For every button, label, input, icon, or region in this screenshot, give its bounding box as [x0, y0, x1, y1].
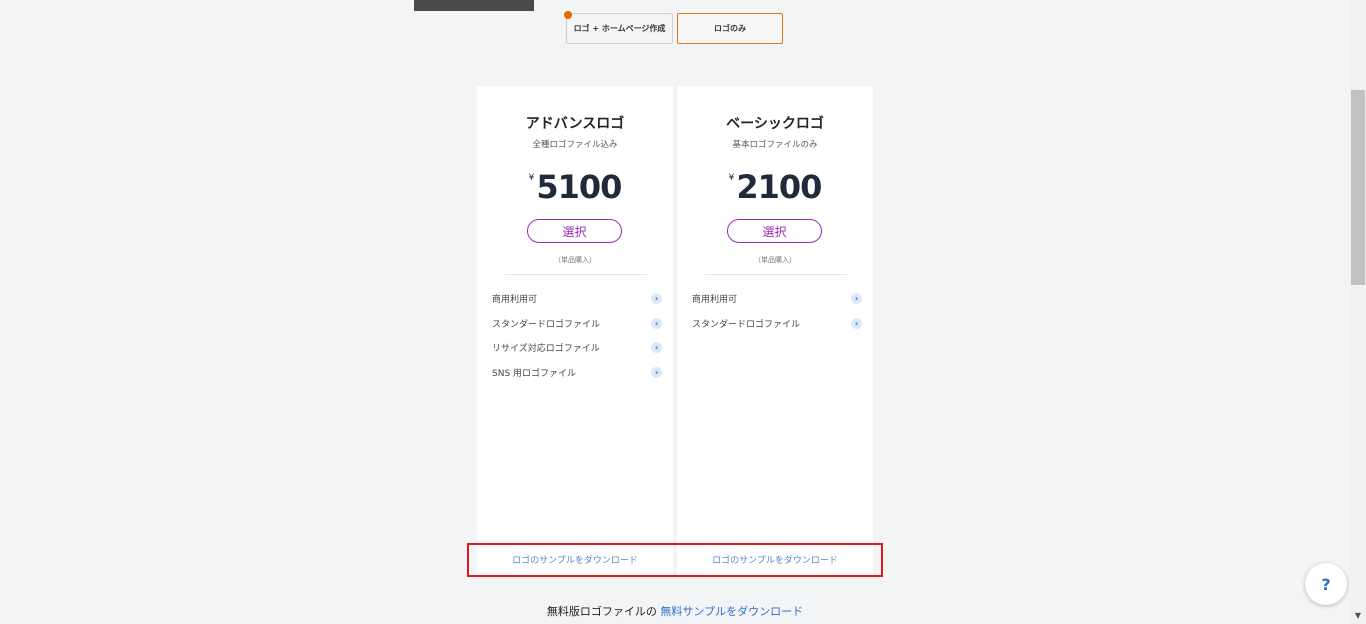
help-button[interactable]: ? [1305, 563, 1347, 605]
single-purchase-note: （単品購入） [554, 256, 596, 264]
toggle-combo-label: ロゴ + ホームページ作成 [573, 24, 666, 33]
single-purchase-note: （単品購入） [754, 256, 796, 264]
download-sample-link[interactable]: ロゴのサンプルをダウンロード [677, 553, 873, 566]
feature-item[interactable]: 商用利用可 › [492, 292, 662, 317]
plan-title: アドバンスロゴ [525, 116, 625, 132]
feature-list: 商用利用可 › スタンダードロゴファイル › リサイズ対応ロゴファイル › SNS 用… [492, 292, 662, 390]
scroll-down-arrow-icon[interactable]: ▼ [1350, 608, 1366, 624]
download-sample-link[interactable]: ロゴのサンプルをダウンロード [477, 553, 673, 566]
chevron-right-icon[interactable]: › [851, 317, 862, 329]
plan-price: ¥2100 [677, 168, 873, 206]
divider [505, 274, 647, 275]
feature-item[interactable]: 商用利用可 › [692, 292, 862, 317]
divider [705, 274, 847, 275]
select-advanced-button[interactable]: 選択 [527, 219, 622, 243]
price-value: 2100 [736, 168, 822, 206]
plan-card-advanced: アドバンスロゴ 全種ロゴファイル込み ¥5100 選択 （単品購入） 商用利用可… [477, 86, 673, 576]
free-sample-footer: 無料版ロゴファイルの 無料サンプルをダウンロード [0, 603, 1350, 619]
chevron-right-icon[interactable]: › [651, 342, 662, 353]
toggle-logo-homepage[interactable]: ロゴ + ホームページ作成 [564, 11, 673, 44]
top-dark-tab [414, 0, 534, 11]
page-scrollbar[interactable]: ▼ [1350, 0, 1366, 624]
toggle-logo-only-label: ロゴのみ [714, 24, 746, 33]
notification-dot [564, 11, 572, 19]
feature-item[interactable]: SNS 用ロゴファイル › [492, 366, 662, 391]
feature-item[interactable]: スタンダードロゴファイル › [692, 317, 862, 342]
feature-item[interactable]: スタンダードロゴファイル › [492, 317, 662, 342]
plan-price: ¥5100 [477, 168, 673, 206]
feature-item[interactable]: リサイズ対応ロゴファイル › [492, 341, 662, 366]
select-basic-button[interactable]: 選択 [727, 219, 822, 243]
plan-card-basic: ベーシックロゴ 基本ロゴファイルのみ ¥2100 選択 （単品購入） 商用利用可… [677, 86, 873, 576]
price-value: 5100 [536, 168, 622, 206]
free-sample-download-link[interactable]: 無料サンプルをダウンロード [660, 605, 803, 618]
chevron-right-icon[interactable]: › [851, 293, 862, 304]
plan-title: ベーシックロゴ [726, 116, 824, 132]
chevron-right-icon[interactable]: › [651, 366, 662, 378]
currency-symbol: ¥ [728, 173, 735, 183]
scrollbar-thumb[interactable] [1351, 90, 1365, 285]
feature-list: 商用利用可 › スタンダードロゴファイル › [692, 292, 862, 341]
plan-subtitle: 全種ロゴファイル込み [532, 140, 618, 150]
toggle-logo-only[interactable]: ロゴのみ [677, 13, 783, 44]
currency-symbol: ¥ [528, 173, 535, 183]
chevron-right-icon[interactable]: › [651, 317, 662, 329]
chevron-right-icon[interactable]: › [651, 293, 662, 304]
plan-subtitle: 基本ロゴファイルのみ [732, 140, 818, 150]
footer-prefix: 無料版ロゴファイルの [546, 605, 657, 618]
